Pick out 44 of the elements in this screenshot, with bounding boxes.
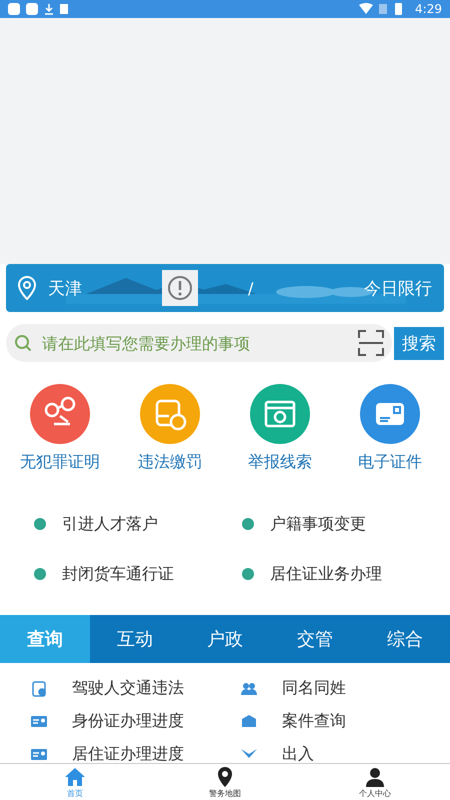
quick-link[interactable]: 居住证业务办理 <box>270 564 382 584</box>
service-icon[interactable] <box>250 384 310 444</box>
query-item[interactable]: 驾驶人交通违法 <box>72 678 184 698</box>
service-label[interactable]: 无犯罪证明 <box>20 452 100 473</box>
query-item[interactable]: 出入 <box>282 744 314 764</box>
search-bar[interactable]: 请在此填写您需要办理的事项 <box>6 324 392 362</box>
query-item[interactable]: 同名同姓 <box>282 678 346 698</box>
restriction-label: 今日限行 <box>364 278 432 300</box>
city-name: 天津 <box>48 278 82 300</box>
nav-icon <box>364 766 386 788</box>
clock: 4:29 <box>415 2 442 16</box>
alert-icon <box>162 270 198 306</box>
traffic-banner[interactable]: 天津 / 今日限行 <box>6 264 444 312</box>
nav-item[interactable]: 首页 <box>0 764 150 800</box>
quick-link[interactable]: 封闭货车通行证 <box>62 564 174 584</box>
location-icon <box>18 276 36 300</box>
app-notification-icon <box>26 3 38 15</box>
service-label[interactable]: 违法缴罚 <box>138 452 202 473</box>
scan-icon[interactable] <box>358 330 384 356</box>
item-icon <box>30 679 48 697</box>
query-item[interactable]: 居住证办理进度 <box>72 744 184 764</box>
search-button[interactable]: 搜索 <box>394 326 444 360</box>
search-icon <box>14 334 32 352</box>
bullet-icon <box>34 518 46 530</box>
quick-link[interactable]: 引进人才落户 <box>62 514 158 534</box>
item-icon <box>240 712 258 730</box>
bullet-icon <box>242 568 254 580</box>
quick-link[interactable]: 户籍事项变更 <box>270 514 366 534</box>
separator: / <box>248 278 254 298</box>
service-icon[interactable] <box>140 384 200 444</box>
nav-item[interactable]: 个人中心 <box>300 764 450 800</box>
download-icon <box>44 3 54 15</box>
nav-item[interactable]: 警务地图 <box>150 764 300 800</box>
bullet-icon <box>242 518 254 530</box>
service-label[interactable]: 电子证件 <box>358 452 422 473</box>
nav-icon <box>64 766 86 788</box>
query-item[interactable]: 案件查询 <box>282 710 346 732</box>
search-input[interactable]: 请在此填写您需要办理的事项 <box>40 332 350 354</box>
service-label[interactable]: 举报线索 <box>248 452 312 473</box>
service-icon[interactable] <box>30 384 90 444</box>
app-notification-icon <box>8 3 20 15</box>
service-icon[interactable] <box>360 384 420 444</box>
bullet-icon <box>34 568 46 580</box>
query-item[interactable]: 身份证办理进度 <box>72 710 184 732</box>
